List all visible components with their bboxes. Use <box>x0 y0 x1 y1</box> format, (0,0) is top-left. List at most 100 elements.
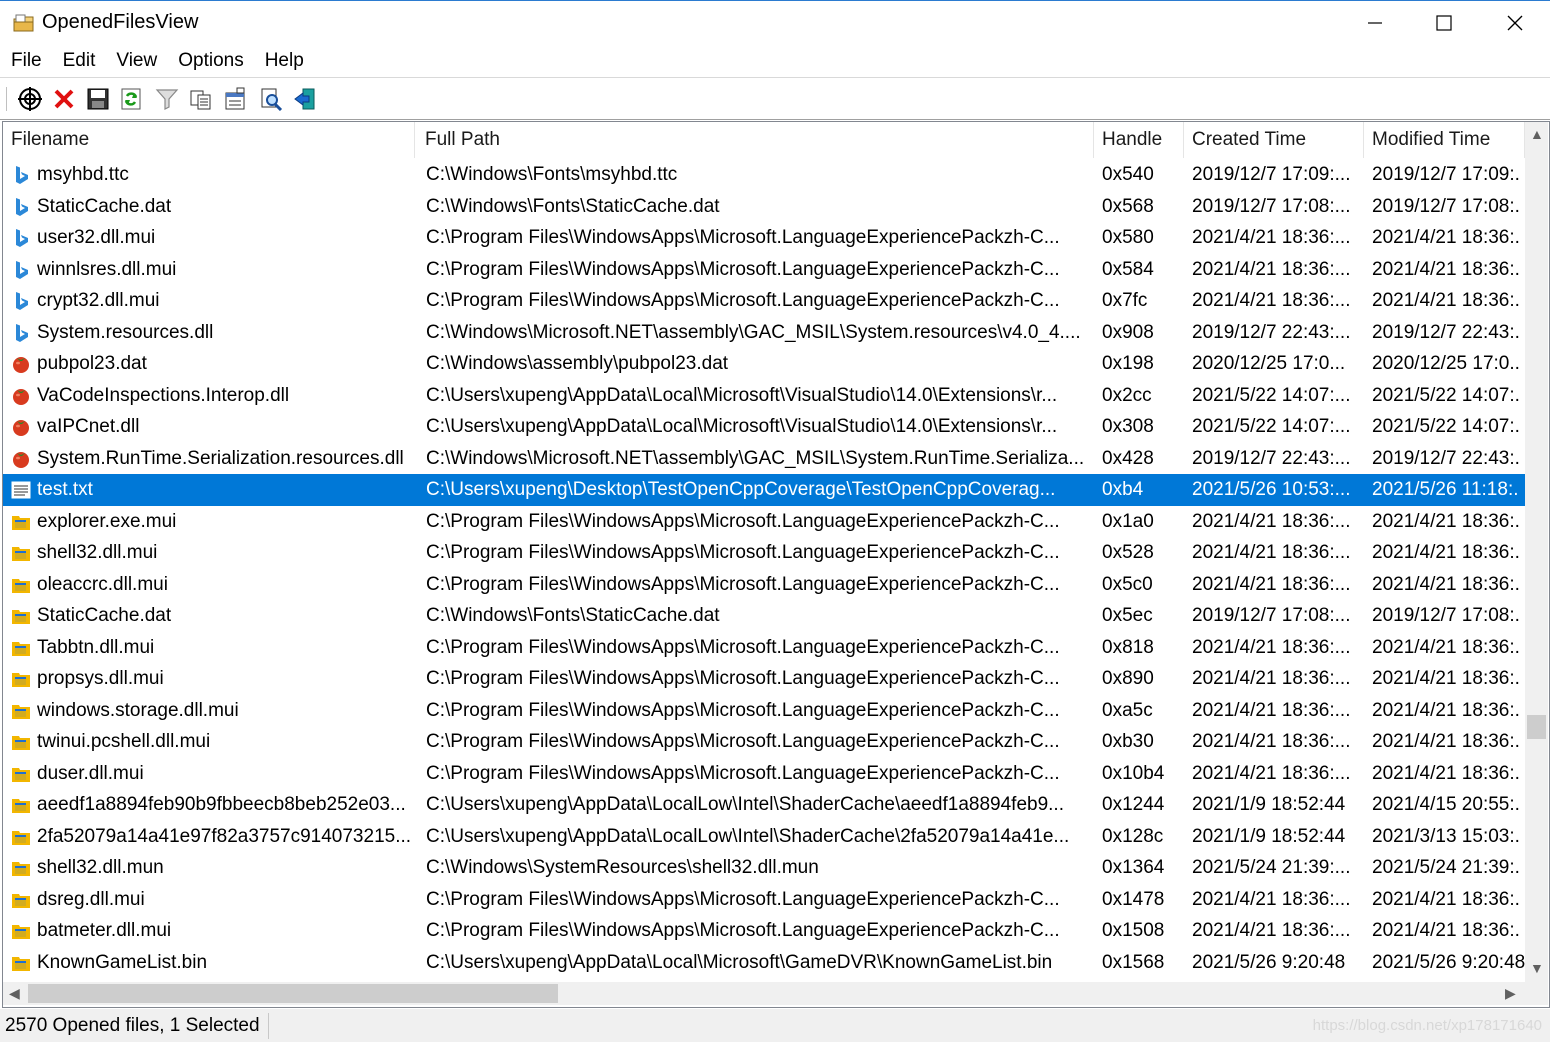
table-row[interactable]: twinui.pcshell.dll.mui C:\Program Files\W… <box>3 726 1525 758</box>
menu-file[interactable]: File <box>11 50 42 72</box>
cell-filename: Tabbtn.dll.mui <box>37 636 155 658</box>
table-row[interactable]: windows.storage.dll.mui C:\Program Files\… <box>3 695 1525 727</box>
list-header: Filename Full Path Handle Created Time M… <box>3 122 1525 158</box>
close-selected-files-button[interactable] <box>50 85 78 113</box>
bing-icon <box>16 197 28 216</box>
table-row[interactable]: oleaccrc.dll.mui C:\Program Files\Windows… <box>3 569 1525 601</box>
table-row[interactable]: propsys.dll.mui C:\Program Files\WindowsA… <box>3 663 1525 695</box>
cell-fullpath: C:\Program Files\WindowsApps\Microsoft.L… <box>426 573 1060 595</box>
table-row[interactable]: System.RunTime.Serialization.resources.d… <box>3 443 1525 475</box>
table-row-selected[interactable]: test.txt C:\Users\xupeng\Desktop\TestOpen… <box>3 474 1525 506</box>
cell-modified: 2021/4/21 18:36:. <box>1372 573 1520 595</box>
cell-fullpath: C:\Users\xupeng\Desktop\TestOpenCppCover… <box>426 479 1056 500</box>
cell-handle: 0x580 <box>1102 227 1154 248</box>
cell-fullpath: C:\Program Files\WindowsApps\Microsoft.L… <box>426 510 1060 532</box>
table-row[interactable]: System.resources.dll C:\Windows\Microsoft… <box>3 317 1525 349</box>
table-row[interactable]: Tabbtn.dll.mui C:\Program Files\WindowsAp… <box>3 632 1525 664</box>
table-row[interactable]: 2fa52079a14a41e97f82a3757c914073215... C:… <box>3 821 1525 853</box>
table-row[interactable]: VaCodeInspections.Interop.dll C:\Users\xu… <box>3 380 1525 412</box>
folder-icon <box>12 578 30 593</box>
table-row[interactable]: explorer.exe.mui C:\Program Files\Windows… <box>3 506 1525 538</box>
minimize-button[interactable] <box>1340 1 1410 45</box>
status-text: 2570 Opened files, 1 Selected <box>5 1015 260 1036</box>
column-header-modified[interactable]: Modified Time <box>1364 122 1525 158</box>
cell-filename: explorer.exe.mui <box>37 510 177 532</box>
folder-icon <box>12 673 30 687</box>
table-row[interactable]: StaticCache.dat C:\Windows\Fonts\StaticCa… <box>3 191 1525 223</box>
column-header-fullpath[interactable]: Full Path <box>417 122 1094 158</box>
vertical-scroll-thumb[interactable] <box>1527 715 1546 739</box>
column-header-created[interactable]: Created Time <box>1184 122 1364 158</box>
cell-fullpath: C:\Program Files\WindowsApps\Microsoft.L… <box>426 668 1060 689</box>
cell-modified: 2021/4/15 20:55:. <box>1372 794 1520 815</box>
cell-filename: user32.dll.mui <box>37 227 156 248</box>
horizontal-scrollbar[interactable]: ◀ ▶ <box>3 982 1525 1005</box>
horizontal-scroll-thumb[interactable] <box>28 984 558 1003</box>
cell-fullpath: C:\Windows\Microsoft.NET\assembly\GAC_MS… <box>426 321 1081 343</box>
cell-handle: 0x428 <box>1102 447 1154 469</box>
cell-handle: 0x308 <box>1102 416 1154 437</box>
scroll-right-icon[interactable]: ▶ <box>1505 985 1516 1002</box>
opened-files-list[interactable]: Filename Full Path Handle Created Time M… <box>2 121 1550 1008</box>
cell-modified: 2021/4/21 18:36:. <box>1372 227 1520 248</box>
exit-button[interactable] <box>291 85 319 113</box>
html-report-button[interactable] <box>221 85 249 113</box>
copy-button[interactable] <box>187 85 215 113</box>
menu-view[interactable]: View <box>116 50 157 72</box>
table-row[interactable]: KnownGameList.bin C:\Users\xupeng\AppData… <box>3 947 1525 979</box>
maximize-button[interactable] <box>1409 1 1479 45</box>
scroll-down-icon[interactable]: ▼ <box>1530 960 1544 976</box>
table-row[interactable]: dsreg.dll.mui C:\Program Files\WindowsApp… <box>3 884 1525 916</box>
cell-filename: pubpol23.dat <box>37 353 147 374</box>
watermark: https://blog.csdn.net/xp178171640 <box>1312 1017 1542 1034</box>
cell-created: 2019/12/7 17:09:... <box>1192 164 1351 185</box>
cell-modified: 2021/4/21 18:36:. <box>1372 731 1520 752</box>
table-row[interactable]: vaIPCnet.dll C:\Users\xupeng\AppData\Loca… <box>3 411 1525 443</box>
cell-modified: 2019/12/7 17:08:. <box>1372 195 1520 217</box>
column-header-filename[interactable]: Filename <box>3 122 415 158</box>
vertical-scrollbar[interactable]: ▲ ▼ <box>1525 122 1548 982</box>
folder-icon <box>12 610 30 624</box>
cell-modified: 2021/5/26 11:18:. <box>1372 479 1519 500</box>
cell-filename: msyhbd.ttc <box>37 164 129 185</box>
status-divider <box>268 1013 269 1039</box>
table-row[interactable]: shell32.dll.mun C:\Windows\SystemResource… <box>3 852 1525 884</box>
cell-modified: 2019/12/7 22:43:. <box>1372 321 1520 343</box>
folder-icon <box>12 704 30 719</box>
scroll-left-icon[interactable]: ◀ <box>9 985 20 1002</box>
table-row[interactable]: winnlsres.dll.mui C:\Program Files\Window… <box>3 254 1525 286</box>
refresh-button[interactable] <box>117 85 145 113</box>
toolbar-grip <box>6 87 10 111</box>
table-row[interactable]: aeedf1a8894feb90b9fbbeecb8beb252e03... C:… <box>3 789 1525 821</box>
table-row[interactable]: pubpol23.dat C:\Windows\assembly\pubpol23… <box>3 348 1525 380</box>
table-row[interactable]: duser.dll.mui C:\Program Files\WindowsApp… <box>3 758 1525 790</box>
table-row[interactable]: msyhbd.ttc C:\Windows\Fonts\msyhbd.ttc 0x5… <box>3 159 1525 191</box>
cell-handle: 0xb30 <box>1102 731 1154 752</box>
table-row[interactable]: shell32.dll.mui C:\Program Files\WindowsA… <box>3 537 1525 569</box>
cell-modified: 2021/4/21 18:36:. <box>1372 888 1520 910</box>
cell-handle: 0x1364 <box>1102 857 1165 878</box>
cell-filename: StaticCache.dat <box>37 195 172 217</box>
column-header-handle[interactable]: Handle <box>1094 122 1184 158</box>
cell-handle: 0x584 <box>1102 258 1154 280</box>
menu-options[interactable]: Options <box>178 50 243 72</box>
window-title: OpenedFilesView <box>42 11 199 33</box>
cell-handle: 0x908 <box>1102 321 1154 343</box>
save-button[interactable] <box>84 85 112 113</box>
table-row[interactable]: crypt32.dll.mui C:\Program Files\WindowsA… <box>3 285 1525 317</box>
find-button[interactable] <box>257 85 285 113</box>
table-row[interactable]: batmeter.dll.mui C:\Program Files\Windows… <box>3 915 1525 947</box>
close-button[interactable] <box>1480 1 1550 45</box>
scroll-up-icon[interactable]: ▲ <box>1530 126 1544 142</box>
properties-button[interactable] <box>16 85 44 113</box>
table-row[interactable]: user32.dll.mui C:\Program Files\WindowsAp… <box>3 222 1525 254</box>
cell-handle: 0x5c0 <box>1102 573 1153 595</box>
table-row[interactable]: StaticCache.dat C:\Windows\Fonts\StaticCa… <box>3 600 1525 632</box>
cell-fullpath: C:\Windows\Fonts\msyhbd.ttc <box>426 164 678 185</box>
menu-edit[interactable]: Edit <box>63 50 96 72</box>
filter-button[interactable] <box>153 85 181 113</box>
menu-help[interactable]: Help <box>265 50 304 72</box>
cell-fullpath: C:\Windows\SystemResources\shell32.dll.m… <box>426 857 819 878</box>
cell-filename: propsys.dll.mui <box>37 668 164 689</box>
cell-modified: 2021/4/21 18:36:. <box>1372 920 1520 941</box>
